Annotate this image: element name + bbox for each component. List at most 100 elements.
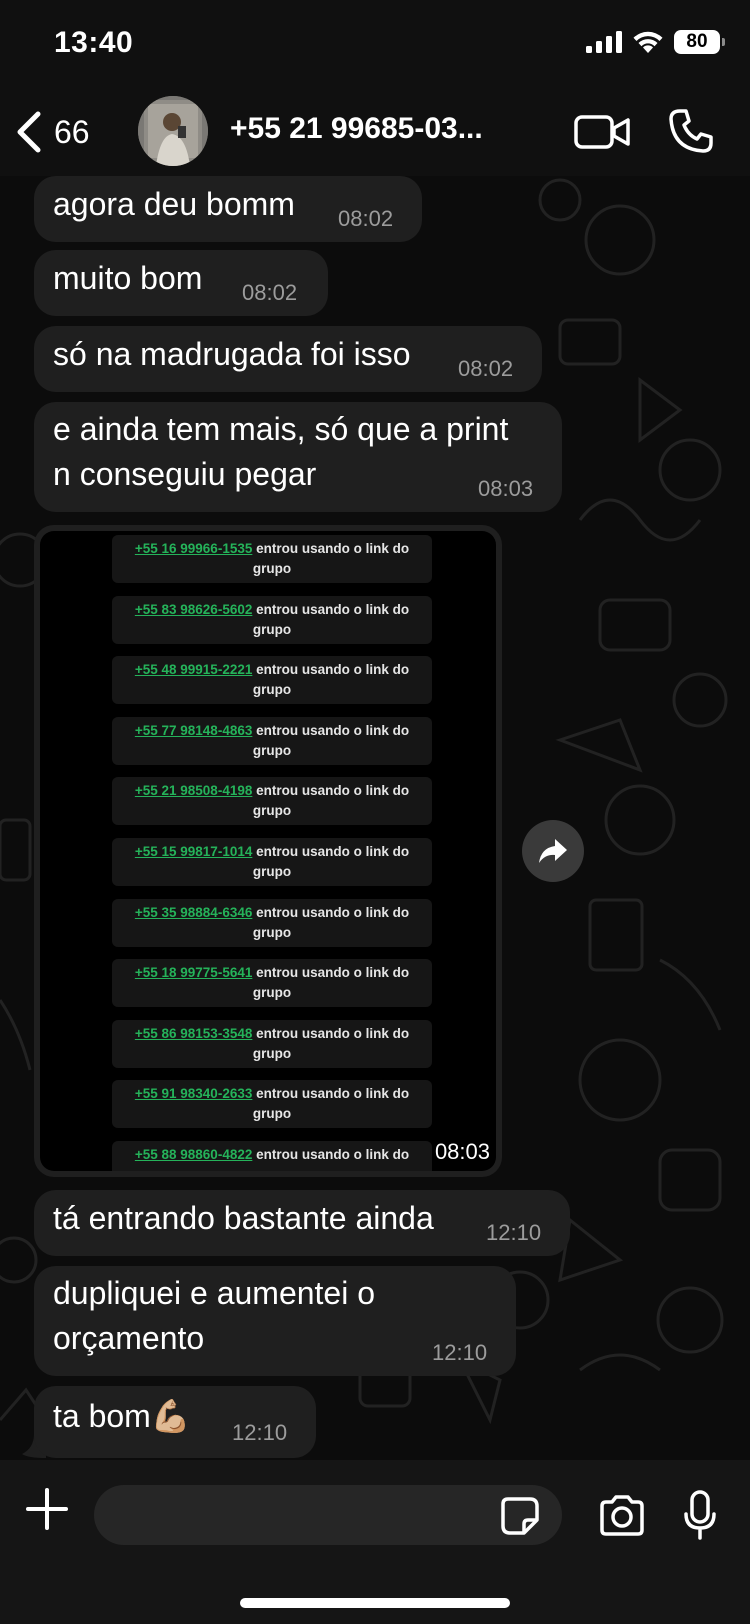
avatar[interactable] (138, 96, 208, 166)
status-bar: 13:40 80 (0, 0, 750, 90)
join-notice: +55 77 98148-4863 entrou usando o link d… (112, 716, 432, 765)
message-bubble[interactable]: só na madrugada foi isso 08:02 (34, 326, 542, 392)
cellular-signal-icon (586, 31, 622, 53)
forward-button[interactable] (522, 820, 584, 882)
join-notice: +55 48 99915-2221 entrou usando o link d… (112, 656, 432, 705)
join-text-line-2: grupo (252, 682, 292, 698)
join-notice: +55 91 98340-2633 entrou usando o link d… (112, 1080, 432, 1129)
join-text: entrou usando o link do (256, 965, 410, 981)
message-time: 08:02 (242, 280, 298, 305)
join-text: entrou usando o link do (256, 1025, 410, 1041)
join-text: entrou usando o link do (256, 1086, 410, 1102)
message-text: só na madrugada foi isso (53, 336, 411, 372)
phone-icon[interactable] (668, 108, 714, 154)
battery-icon: 80 (674, 30, 725, 54)
screenshot-image[interactable]: +55 16 99966-1535 entrou usando o link d… (40, 531, 496, 1171)
plus-icon[interactable] (26, 1488, 68, 1530)
message-bubble[interactable]: ta bom💪🏼 12:10 (34, 1386, 316, 1458)
camera-icon[interactable] (598, 1494, 646, 1536)
phone-number-link: +55 91 98340-2633 (134, 1086, 253, 1102)
join-text: entrou usando o link do (256, 541, 410, 556)
join-text: entrou usando o link do (256, 1147, 410, 1162)
message-text-line-1: dupliquei e aumentei o (53, 1275, 376, 1311)
join-notice-line-1: +55 83 98626-5602 entrou usando o link d… (112, 600, 432, 620)
join-notice-line-1: +55 88 98860-4822 entrou usando o link d… (112, 1145, 432, 1165)
join-notice: +55 16 99966-1535 entrou usando o link d… (112, 535, 432, 583)
sticker-icon[interactable] (500, 1496, 540, 1536)
message-bubble[interactable]: e ainda tem mais, só que a print n conse… (34, 402, 562, 512)
join-text: entrou usando o link do (256, 783, 410, 799)
join-notice-line-1: +55 91 98340-2633 entrou usando o link d… (112, 1084, 432, 1104)
message-input[interactable] (94, 1485, 562, 1545)
join-text-line-2: grupo (252, 803, 292, 819)
join-notice-line-1: +55 35 98884-6346 entrou usando o link d… (112, 903, 432, 923)
join-notice-line-1: +55 77 98148-4863 entrou usando o link d… (112, 721, 432, 741)
join-notice: +55 15 99817-1014 entrou usando o link d… (112, 838, 432, 886)
message-bubble[interactable]: tá entrando bastante ainda 12:10 (34, 1190, 570, 1256)
message-bubble[interactable]: agora deu bomm 08:02 (34, 176, 422, 242)
join-notice-line-1: +55 86 98153-3548 entrou usando o link d… (112, 1024, 432, 1044)
join-notice-line-1: +55 15 99817-1014 entrou usando o link d… (112, 842, 432, 862)
join-text-line-2: grupo (252, 985, 292, 1001)
wifi-icon (633, 31, 663, 53)
phone-number-link: +55 15 99817-1014 (134, 844, 253, 859)
message-time: 12:10 (486, 1220, 542, 1245)
join-notice-line-1: +55 18 99775-5641 entrou usando o link d… (112, 963, 432, 983)
status-time: 13:40 (54, 26, 134, 59)
phone-number-link: +55 77 98148-4863 (134, 722, 253, 738)
unread-count: 66 (54, 113, 90, 150)
join-text-line-2: grupo (252, 621, 292, 637)
join-text-line-2: grupo (252, 864, 292, 879)
join-notice: +55 88 98860-4822 entrou usando o link d… (112, 1141, 432, 1171)
join-text: entrou usando o link do (256, 844, 410, 859)
message-text: tá entrando bastante ainda (53, 1200, 434, 1236)
join-text-line-2: grupo (252, 1106, 292, 1122)
join-notice: +55 86 98153-3548 entrou usando o link d… (112, 1019, 432, 1068)
message-time: 08:02 (338, 206, 394, 231)
chat-header: 66 +55 21 99685-03... (0, 90, 750, 176)
phone-number-link: +55 86 98153-3548 (134, 1025, 253, 1041)
phone-number-link: +55 88 98860-4822 (134, 1147, 253, 1162)
join-text-line-2: grupo (252, 742, 292, 758)
home-indicator (240, 1598, 510, 1608)
message-time: 08:03 (478, 476, 534, 501)
join-notice: +55 18 99775-5641 entrou usando o link d… (112, 959, 432, 1008)
message-text-line-1: e ainda tem mais, só que a print (53, 411, 509, 447)
phone-number-link: +55 16 99966-1535 (134, 541, 253, 556)
status-icons: 80 (586, 30, 725, 54)
message-text: agora deu bomm (53, 186, 295, 222)
message-bubble[interactable]: dupliquei e aumentei o orçamento 12:10 (34, 1266, 516, 1376)
join-notice: +55 35 98884-6346 entrou usando o link d… (112, 898, 432, 947)
join-text-line-2: grupo (112, 1165, 432, 1171)
video-camera-icon[interactable] (574, 112, 630, 152)
contact-name[interactable]: +55 21 99685-03... (230, 112, 483, 146)
join-text-line-2: grupo (252, 561, 292, 576)
image-message[interactable]: +55 16 99966-1535 entrou usando o link d… (34, 525, 502, 1177)
message-time: 12:10 (432, 1340, 488, 1365)
join-notice: +55 21 98508-4198 entrou usando o link d… (112, 777, 432, 826)
join-text: entrou usando o link do (256, 904, 410, 920)
avatar-photo (138, 96, 208, 166)
join-notice-line-1: +55 21 98508-4198 entrou usando o link d… (112, 781, 432, 801)
phone-number-link: +55 18 99775-5641 (134, 965, 253, 981)
phone-number-link: +55 83 98626-5602 (134, 601, 253, 617)
join-text: entrou usando o link do (256, 662, 410, 678)
message-text-line-2: n conseguiu pegar (53, 456, 317, 492)
join-notice: +55 83 98626-5602 entrou usando o link d… (112, 595, 432, 644)
battery-level: 80 (686, 31, 708, 52)
phone-number-link: +55 21 98508-4198 (134, 783, 253, 799)
phone-number-link: +55 48 99915-2221 (134, 662, 253, 678)
forward-arrow-icon (539, 839, 567, 863)
message-time: 12:10 (232, 1420, 288, 1445)
join-notice-line-1: +55 48 99915-2221 entrou usando o link d… (112, 660, 432, 680)
message-time: 08:02 (458, 356, 514, 381)
join-text-line-2: grupo (252, 924, 292, 940)
image-time: 08:03 (434, 1139, 490, 1164)
microphone-icon[interactable] (684, 1490, 716, 1540)
join-text: entrou usando o link do (256, 601, 410, 617)
message-text: ta bom💪🏼 (53, 1398, 191, 1434)
join-notice-line-1: +55 16 99966-1535 entrou usando o link d… (112, 539, 432, 559)
message-bubble[interactable]: muito bom 08:02 (34, 250, 328, 316)
back-button[interactable]: 66 (14, 104, 90, 160)
message-text: muito bom (53, 260, 203, 296)
